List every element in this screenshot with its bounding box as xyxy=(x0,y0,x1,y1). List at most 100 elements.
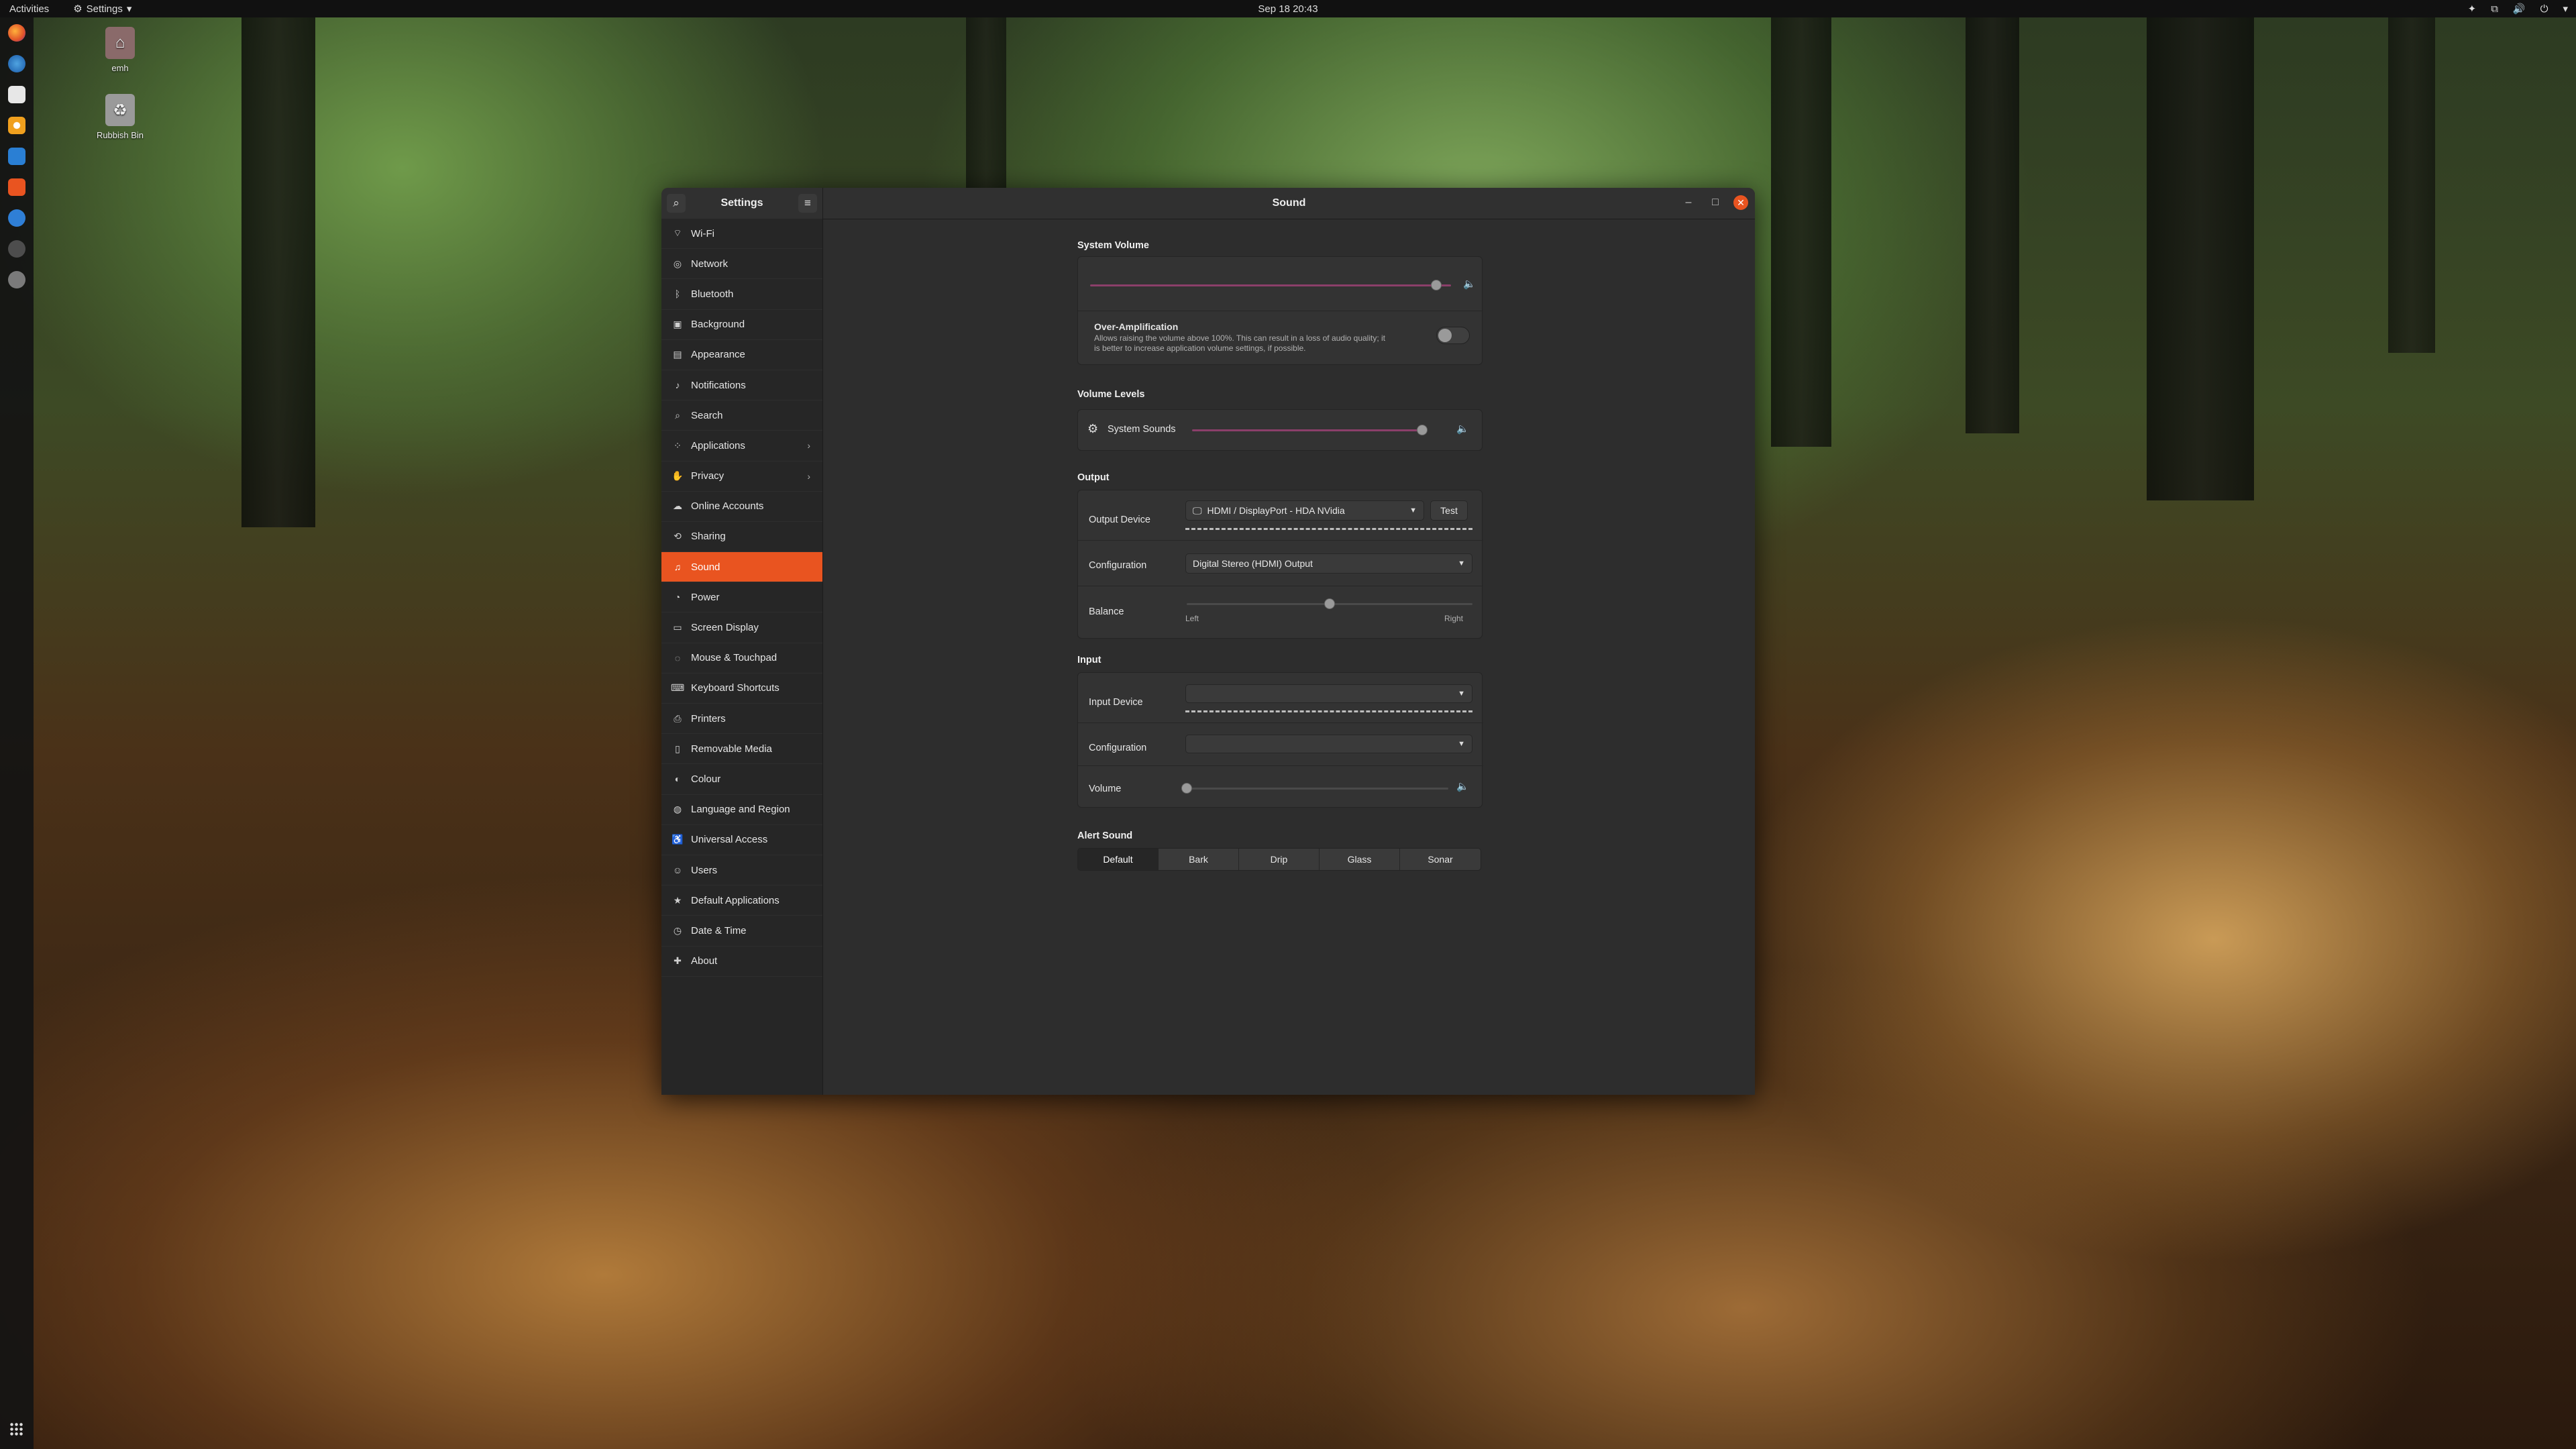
cloud-icon: ☁ xyxy=(673,500,682,512)
alert-sound-option-bark[interactable]: Bark xyxy=(1159,849,1239,870)
sidebar-item-wi-fi[interactable]: ⌔ Wi-Fi xyxy=(661,219,822,250)
balance-right-label: Right xyxy=(1444,614,1464,623)
sidebar-item-language-and-region[interactable]: ◍ Language and Region xyxy=(661,795,822,825)
close-button[interactable]: ✕ xyxy=(1733,195,1748,210)
sidebar-item-date-time[interactable]: ◷ Date & Time xyxy=(661,916,822,947)
sidebar-item-screen-display[interactable]: ▭ Screen Display xyxy=(661,612,822,643)
sidebar-item-about[interactable]: ✚ About xyxy=(661,947,822,977)
alert-sound-option-default[interactable]: Default xyxy=(1078,849,1159,870)
sidebar-item-label: Bluetooth xyxy=(691,288,734,300)
settings-icon[interactable] xyxy=(8,271,25,288)
search-button[interactable]: ⌕ xyxy=(667,194,686,213)
privacy-icon: ✋ xyxy=(672,470,684,482)
alert-sound-option-drip[interactable]: Drip xyxy=(1239,849,1320,870)
system-sounds-knob[interactable] xyxy=(1417,425,1428,435)
output-device-dropdown[interactable]: 🖵 HDMI / DisplayPort - HDA NVidia ▼ xyxy=(1185,500,1424,521)
sidebar-item-mouse-touchpad[interactable]: ◌ Mouse & Touchpad xyxy=(661,643,822,674)
input-volume-label: Volume xyxy=(1089,784,1122,794)
mouse-icon: ◌ xyxy=(674,652,681,663)
apps-icon: ⁘ xyxy=(674,439,682,451)
files-icon[interactable] xyxy=(8,86,25,103)
over-amplification-toggle[interactable] xyxy=(1436,327,1470,344)
volume-icon[interactable]: 🔊 xyxy=(2513,3,2526,15)
sidebar-item-keyboard-shortcuts[interactable]: ⌨ Keyboard Shortcuts xyxy=(661,674,822,704)
sidebar-item-background[interactable]: ▣ Background xyxy=(661,310,822,340)
dropbox-icon[interactable]: ✦ xyxy=(2468,3,2477,15)
sidebar-item-sound[interactable]: ♫ Sound xyxy=(661,552,822,583)
sidebar-item-label: Users xyxy=(691,864,718,876)
wifi-icon: ⌔ xyxy=(673,227,682,239)
sidebar-item-online-accounts[interactable]: ☁ Online Accounts xyxy=(661,492,822,522)
app-menu[interactable]: ⚙ Settings ▾ xyxy=(73,3,131,15)
help-icon[interactable] xyxy=(8,209,25,227)
sound-panel: System Volume 🔈 Over-Amplification Allow… xyxy=(823,219,1755,1095)
chevron-right-icon: › xyxy=(807,440,810,451)
alert-sound-option-glass[interactable]: Glass xyxy=(1320,849,1400,870)
sidebar-item-network[interactable]: ◎ Network xyxy=(661,249,822,280)
thunderbird-icon[interactable] xyxy=(8,55,25,72)
balance-knob[interactable] xyxy=(1324,598,1335,609)
output-configuration-label: Configuration xyxy=(1089,560,1147,571)
system-volume-knob[interactable] xyxy=(1431,280,1442,290)
input-configuration-dropdown[interactable]: ▼ xyxy=(1185,735,1472,753)
output-device-label: Output Device xyxy=(1089,515,1150,525)
activities-button[interactable]: Activities xyxy=(9,3,49,15)
sidebar-item-universal-access[interactable]: ♿ Universal Access xyxy=(661,825,822,855)
show-apps-icon[interactable] xyxy=(9,1422,24,1437)
sidebar-item-bluetooth[interactable]: ᛒ Bluetooth xyxy=(661,279,822,310)
sidebar-item-search[interactable]: ⌕ Search xyxy=(661,400,822,431)
sidebar-item-label: Search xyxy=(691,409,723,421)
output-configuration-value: Digital Stereo (HDMI) Output xyxy=(1193,558,1313,569)
menu-button[interactable]: ≡ xyxy=(798,194,817,213)
output-focus-indicator xyxy=(1185,528,1472,530)
input-volume-knob[interactable] xyxy=(1181,783,1192,794)
minimize-button[interactable]: – xyxy=(1680,194,1697,211)
volume-levels-title: Volume Levels xyxy=(1077,389,1145,400)
microphone-volume-icon: 🔈 xyxy=(1456,781,1469,792)
sidebar-item-sharing[interactable]: ⟲ Sharing xyxy=(661,522,822,553)
input-volume-slider[interactable] xyxy=(1187,788,1448,790)
sidebar-item-label: Notifications xyxy=(691,379,746,391)
sidebar-item-default-applications[interactable]: ★ Default Applications xyxy=(661,885,822,916)
sidebar-item-printers[interactable]: ⎙ Printers xyxy=(661,704,822,735)
power-icon[interactable]: ⏻ xyxy=(2540,3,2548,15)
system-sounds-slider[interactable] xyxy=(1192,429,1427,431)
chevron-down-icon: ▼ xyxy=(1458,740,1465,748)
bluetooth-icon: ᛒ xyxy=(674,288,681,300)
mute-button-icon[interactable]: 🔈 xyxy=(1456,423,1469,435)
rhythmbox-icon[interactable] xyxy=(8,117,25,134)
speaker-icon[interactable]: 🔈 xyxy=(1463,278,1476,290)
maximize-button[interactable]: □ xyxy=(1707,194,1724,211)
desktop-home-folder[interactable]: ⌂ emh xyxy=(83,27,157,73)
info-icon: ✚ xyxy=(674,955,682,967)
home-folder-icon: ⌂ xyxy=(105,27,135,59)
input-device-dropdown[interactable]: ▼ xyxy=(1185,684,1472,703)
sidebar-item-power[interactable]: ◔ Power xyxy=(661,582,822,613)
sidebar-item-removable-media[interactable]: ▯ Removable Media xyxy=(661,734,822,765)
output-configuration-dropdown[interactable]: Digital Stereo (HDMI) Output ▼ xyxy=(1185,553,1472,574)
chevron-down-icon[interactable]: ▾ xyxy=(2563,3,2568,15)
software-icon[interactable] xyxy=(8,178,25,196)
sidebar-item-notifications[interactable]: ♪ Notifications xyxy=(661,370,822,401)
desktop-trash[interactable]: ♻ Rubbish Bin xyxy=(83,94,157,140)
sidebar-item-applications[interactable]: ⁘ Applications › xyxy=(661,431,822,462)
alert-sound-option-sonar[interactable]: Sonar xyxy=(1400,849,1481,870)
alert-sound-title: Alert Sound xyxy=(1077,830,1133,841)
sidebar-item-privacy[interactable]: ✋ Privacy › xyxy=(661,462,822,492)
test-button[interactable]: Test xyxy=(1430,500,1468,521)
sidebar-item-users[interactable]: ☺ Users xyxy=(661,855,822,886)
output-device-value: HDMI / DisplayPort - HDA NVidia xyxy=(1207,505,1345,516)
writer-icon[interactable] xyxy=(8,148,25,165)
sidebar-item-appearance[interactable]: ▤ Appearance xyxy=(661,340,822,370)
system-volume-slider[interactable] xyxy=(1090,284,1451,286)
sidebar-item-label: Language and Region xyxy=(691,804,790,816)
sidebar-item-colour[interactable]: ◐ Colour xyxy=(661,764,822,795)
input-device-label: Input Device xyxy=(1089,697,1143,708)
firefox-icon[interactable] xyxy=(8,24,25,42)
output-title: Output xyxy=(1077,472,1110,483)
clock[interactable]: Sep 18 20:43 xyxy=(1258,3,1318,15)
settings-active-icon[interactable] xyxy=(8,240,25,258)
network-icon[interactable]: ⧉ xyxy=(2491,3,2498,15)
chevron-down-icon: ▾ xyxy=(126,3,132,15)
system-tray[interactable]: ✦ ⧉ 🔊 ⏻ ▾ xyxy=(2468,3,2568,15)
